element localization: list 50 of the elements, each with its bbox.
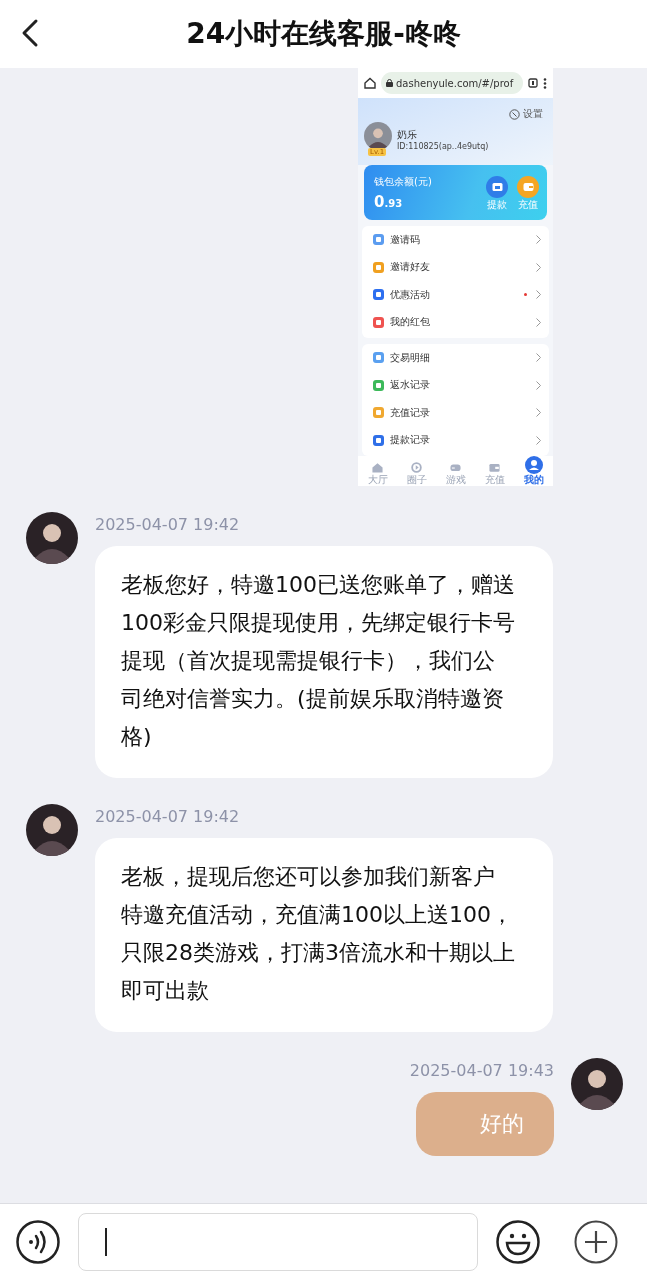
voice-icon[interactable] <box>16 1220 60 1264</box>
message-bubble: 老板，提现后您还可以参加我们新客户特邀充值活动，充值满100以上送100，只限28类游戏，打满3倍流水和十期以上即可出款 <box>95 838 553 1032</box>
nav-tab[interactable]: 我的 <box>514 456 553 486</box>
menu-item[interactable]: 邀请好友 <box>362 253 549 281</box>
avatar <box>26 804 78 856</box>
chevron-icon <box>536 290 541 300</box>
menu-item[interactable]: 充值记录 <box>362 399 549 427</box>
menu-item[interactable]: 提款记录 <box>362 426 549 454</box>
message-input[interactable] <box>78 1213 478 1271</box>
atm-icon <box>491 181 503 192</box>
settings-icon[interactable] <box>509 108 520 120</box>
message-bubble: 老板您好，特邀100已送您账单了，赠送100彩金只限提现使用，先绑定银行卡号提现（首次提现需提银行卡），我们公司绝对信誉实力。(提前娱乐取消特邀资格) <box>95 546 553 778</box>
chevron-icon <box>536 435 541 445</box>
house-icon <box>371 461 384 474</box>
menu-item[interactable]: 邀请码 <box>362 226 549 254</box>
menu-item[interactable]: 交易明细 <box>362 344 549 372</box>
address-bar[interactable]: dashenyule.com/#/prof <box>381 72 523 94</box>
back-icon[interactable] <box>20 18 40 48</box>
url-text: dashenyule.com/#/prof <box>396 77 514 89</box>
chat-title: 24小时在线客服-咚咚 <box>186 16 461 52</box>
avatar <box>26 512 78 564</box>
settings-label[interactable]: 设置 <box>523 107 543 121</box>
avatar <box>364 122 392 150</box>
play-icon <box>410 461 423 474</box>
chevron-icon <box>536 380 541 390</box>
timestamp: 2025-04-07 19:43 <box>409 1060 554 1082</box>
wallet-label: 钱包余额(元) <box>374 174 432 189</box>
wallet-icon <box>488 461 501 474</box>
menu-item[interactable]: 优惠活动 <box>362 281 549 309</box>
lock-icon <box>386 79 393 87</box>
add-icon[interactable] <box>574 1220 618 1264</box>
more-icon[interactable] <box>543 77 547 89</box>
timestamp: 2025-04-07 19:42 <box>95 806 241 828</box>
timestamp: 2025-04-07 19:42 <box>95 514 241 536</box>
wallet-icon <box>522 181 534 192</box>
menu-item[interactable]: 返水记录 <box>362 371 549 399</box>
user-name: 奶乐 <box>397 127 418 142</box>
message-bubble: 好的 <box>416 1092 554 1156</box>
home-icon[interactable] <box>364 77 376 89</box>
emoji-icon[interactable] <box>496 1220 540 1264</box>
tabs-icon[interactable] <box>528 78 538 88</box>
chevron-icon <box>536 408 541 418</box>
chevron-icon <box>536 317 541 327</box>
chevron-icon <box>536 235 541 245</box>
wallet-balance: 0.93 <box>374 192 404 211</box>
chevron-icon <box>536 353 541 363</box>
chevron-icon <box>536 262 541 272</box>
user-id: ID:110825(ap..4e9utq) <box>397 141 489 151</box>
menu-item[interactable]: 我的红包 <box>362 308 549 336</box>
avatar <box>571 1058 623 1110</box>
